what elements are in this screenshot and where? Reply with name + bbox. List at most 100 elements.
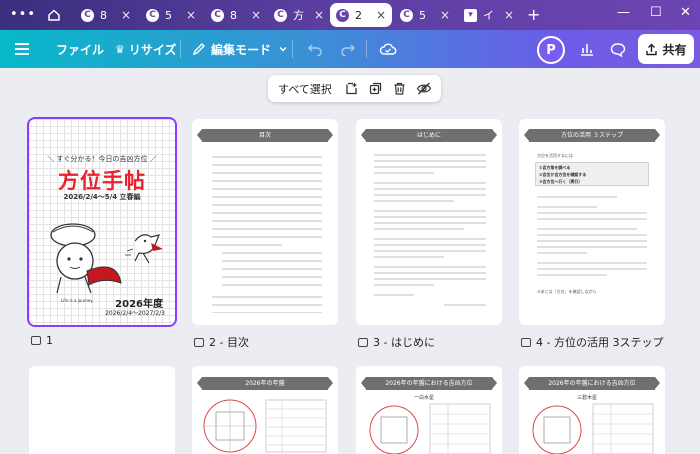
insights-chart-icon[interactable]: [573, 36, 601, 62]
page-label-text: 2 - 目次: [209, 336, 249, 349]
cover-date-range: 2026/2/4〜2027/2/3: [105, 310, 165, 317]
browser-tab[interactable]: C 5 ×: [140, 3, 202, 27]
edit-mode-dropdown[interactable]: 編集モード: [192, 30, 288, 68]
page-icon: [31, 336, 41, 345]
annual-directions-heading: 2026年の年盤における吉凶方位: [524, 377, 660, 390]
close-tab-icon[interactable]: ×: [121, 8, 131, 22]
close-tab-icon[interactable]: ×: [504, 8, 514, 22]
close-tab-icon[interactable]: ×: [440, 8, 450, 22]
star-tag: 一白水星: [414, 395, 435, 401]
step-2-text: ②吉位か吉方位を確認する: [539, 172, 587, 177]
page-label-text: 3 - はじめに: [373, 336, 435, 349]
selection-toolbar: すべて選択: [268, 75, 441, 102]
close-tab-icon[interactable]: ×: [251, 8, 261, 22]
page-thumbnail-6[interactable]: 2026年の年盤: [192, 366, 338, 454]
direction-wheel-diagram: [203, 399, 327, 453]
annual-chart-heading: 2026年の年盤: [197, 377, 333, 390]
canva-icon: C: [211, 8, 224, 22]
page-label-4[interactable]: 4 - 方位の活用 3ステップ: [521, 334, 663, 350]
add-page-icon[interactable]: [340, 75, 364, 102]
duplicate-page-icon[interactable]: [364, 75, 388, 102]
browser-tab[interactable]: C 8 ×: [205, 3, 267, 27]
page-icon: [358, 337, 368, 347]
page-thumbnail-7[interactable]: 2026年の年盤における吉凶方位 一白水星: [356, 366, 502, 454]
browser-tab[interactable]: C 8 ×: [75, 3, 137, 27]
toolbar-divider: [180, 40, 181, 58]
home-icon[interactable]: [41, 4, 67, 26]
star-tag: 三碧木星: [577, 395, 598, 401]
page-thumbnail-3[interactable]: はじめに: [356, 119, 502, 325]
toc-heading: 目次: [197, 129, 333, 142]
intro-paragraph-lines: [374, 154, 486, 306]
page-label-text: 1: [46, 334, 53, 347]
close-window-icon[interactable]: ✕: [680, 5, 691, 20]
annual-directions-heading: 2026年の年盤における吉凶方位: [361, 377, 497, 390]
comment-icon[interactable]: [604, 36, 632, 62]
redo-icon[interactable]: [340, 30, 356, 68]
page-thumbnail-8[interactable]: 2026年の年盤における吉凶方位 三碧木星: [519, 366, 665, 454]
file-menu-button[interactable]: ファイル: [56, 30, 104, 68]
page-icon: [194, 337, 204, 347]
tab-title: 8: [230, 8, 237, 22]
close-tab-icon[interactable]: ×: [314, 8, 324, 22]
maximize-icon[interactable]: ☐: [650, 5, 662, 20]
steps-paragraph-lines: [537, 196, 647, 276]
canva-icon: C: [274, 8, 287, 22]
tab-title: 8: [100, 8, 107, 22]
browser-menu-icon[interactable]: •••: [10, 7, 36, 22]
page-icon: [521, 337, 531, 347]
cover-tagline: Life is a journey.: [61, 298, 94, 303]
trash-icon[interactable]: [388, 75, 412, 102]
page-thumbnail-4[interactable]: 方位の活用 ３ステップ 方位を活用するには ①吉方角を調べる ②吉位か吉方位を確…: [519, 119, 665, 325]
canva-icon: C: [81, 8, 94, 22]
close-tab-icon[interactable]: ×: [376, 8, 386, 22]
tab-title: イ: [483, 9, 494, 22]
page-thumbnail-5[interactable]: [29, 366, 175, 454]
browser-tab-active[interactable]: C 2 ×: [330, 3, 392, 27]
resize-label: リサイズ: [128, 42, 177, 57]
upload-icon: [646, 43, 658, 55]
page-thumbnail-1[interactable]: ＼ すぐ分かる！今日の吉凶方位 ／ 方位手帖 2026/2/4〜5/4 立春編 …: [27, 117, 177, 327]
cover-dates: 2026/2/4〜5/4 立春編: [63, 193, 141, 201]
toc-lines: [212, 156, 322, 313]
direction-wheel-diagram: [369, 403, 491, 454]
browser-tab[interactable]: C 5 ×: [394, 3, 456, 27]
new-tab-button[interactable]: +: [527, 5, 540, 24]
avatar-initial: P: [546, 42, 556, 58]
cloud-saved-icon[interactable]: [379, 30, 397, 68]
file-menu-label: ファイル: [56, 42, 105, 57]
steps-heading: 方位の活用 ３ステップ: [524, 129, 660, 142]
tab-title: 5: [165, 8, 172, 22]
tab-title: 5: [419, 8, 426, 22]
resize-button[interactable]: ♛ リサイズ: [115, 30, 177, 68]
avatar[interactable]: P: [537, 36, 565, 64]
steps-footer: ③あとは「方位」を確認しながら: [537, 289, 597, 294]
page-label-2[interactable]: 2 - 目次: [194, 334, 249, 350]
browser-tab[interactable]: C 方 ×: [268, 3, 330, 27]
undo-icon[interactable]: [307, 30, 323, 68]
hero-character-illustration: [50, 223, 163, 294]
crown-icon: ♛: [115, 42, 125, 56]
browser-tab[interactable]: ▾ イ ×: [458, 3, 520, 27]
toolbar-divider: [292, 40, 293, 58]
select-all-button[interactable]: すべて選択: [268, 81, 340, 97]
tab-title: 2: [355, 8, 362, 22]
cover-subtitle: ＼ すぐ分かる！今日の吉凶方位 ／: [47, 155, 157, 163]
steps-lead: 方位を活用するには: [537, 153, 573, 158]
canva-icon: C: [336, 8, 349, 22]
minimize-icon[interactable]: —: [617, 5, 630, 20]
note-icon: ▾: [464, 8, 477, 22]
page-label-3[interactable]: 3 - はじめに: [358, 334, 435, 350]
intro-heading: はじめに: [361, 129, 497, 142]
page-label-1[interactable]: 1: [31, 334, 53, 347]
canva-icon: C: [400, 8, 413, 22]
browser-tab-bar: ••• C 8 × C 5 × C 8 × C 方 × C 2 × C 5 × …: [0, 0, 700, 30]
share-button[interactable]: 共有: [638, 34, 694, 64]
pencil-icon: [192, 43, 205, 56]
menu-icon[interactable]: [15, 30, 29, 68]
page-thumbnail-2[interactable]: 目次: [192, 119, 338, 325]
edit-mode-label: 編集モード: [211, 42, 272, 57]
hide-eye-icon[interactable]: [412, 75, 436, 102]
cover-title: 方位手帖: [58, 169, 146, 193]
close-tab-icon[interactable]: ×: [186, 8, 196, 22]
